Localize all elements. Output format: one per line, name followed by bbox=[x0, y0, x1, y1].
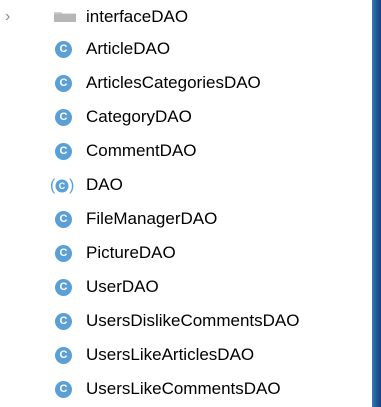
tree-item-label: DAO bbox=[86, 175, 123, 194]
class-icon: C bbox=[55, 279, 72, 296]
abstract-class-icon: ( C ) bbox=[50, 177, 74, 195]
class-icon: C bbox=[55, 109, 72, 126]
tree-item-label: UserDAO bbox=[86, 277, 159, 296]
tree-item-label: CommentDAO bbox=[86, 141, 197, 160]
project-tree: › interfaceDAO C ArticleDAO C ArticlesCa… bbox=[0, 0, 372, 406]
tree-item-label: UsersLikeArticlesDAO bbox=[86, 345, 255, 364]
class-icon: C bbox=[55, 75, 72, 92]
tree-item-userslikecommentsdao[interactable]: C UsersLikeCommentsDAO bbox=[0, 372, 372, 406]
tree-item-userdao[interactable]: C UserDAO bbox=[0, 270, 372, 304]
tree-item-label: UsersDislikeCommentsDAO bbox=[86, 311, 300, 330]
tree-item-filemanagerdao[interactable]: C FileManagerDAO bbox=[0, 202, 372, 236]
tree-item-articledao[interactable]: C ArticleDAO bbox=[0, 32, 372, 66]
class-icon: C bbox=[55, 245, 72, 262]
tree-item-label: CategoryDAO bbox=[86, 107, 192, 126]
tree-item-label: UsersLikeCommentsDAO bbox=[86, 379, 281, 398]
project-tree-panel: › interfaceDAO C ArticleDAO C ArticlesCa… bbox=[0, 0, 372, 407]
svg-text:C: C bbox=[59, 181, 66, 191]
tree-item-categorydao[interactable]: C CategoryDAO bbox=[0, 100, 372, 134]
tree-item-label: interfaceDAO bbox=[86, 7, 189, 26]
tree-item-interfacedao[interactable]: › interfaceDAO bbox=[0, 0, 372, 32]
tree-item-articlescategoriesdao[interactable]: C ArticlesCategoriesDAO bbox=[0, 66, 372, 100]
tree-item-userslikearticlesdao[interactable]: C UsersLikeArticlesDAO bbox=[0, 338, 372, 372]
class-icon: C bbox=[55, 143, 72, 160]
folder-icon bbox=[53, 10, 77, 23]
svg-text:): ) bbox=[69, 177, 74, 194]
tree-item-picturedao[interactable]: C PictureDAO bbox=[0, 236, 372, 270]
class-icon: C bbox=[55, 347, 72, 364]
tree-item-label: ArticlesCategoriesDAO bbox=[86, 73, 261, 92]
tree-item-dao[interactable]: ( C ) DAO bbox=[0, 168, 372, 202]
tree-item-usersdislikecommentsdao[interactable]: C UsersDislikeCommentsDAO bbox=[0, 304, 372, 338]
class-icon: C bbox=[55, 313, 72, 330]
window-edge bbox=[372, 0, 381, 407]
chevron-right-icon[interactable]: › bbox=[5, 8, 23, 26]
tree-item-commentdao[interactable]: C CommentDAO bbox=[0, 134, 372, 168]
svg-text:(: ( bbox=[50, 177, 56, 194]
tree-item-label: ArticleDAO bbox=[86, 39, 171, 58]
class-icon: C bbox=[55, 211, 72, 228]
class-icon: C bbox=[55, 41, 72, 58]
tree-item-label: PictureDAO bbox=[86, 243, 176, 262]
tree-item-label: FileManagerDAO bbox=[86, 209, 218, 228]
class-icon: C bbox=[55, 381, 72, 398]
